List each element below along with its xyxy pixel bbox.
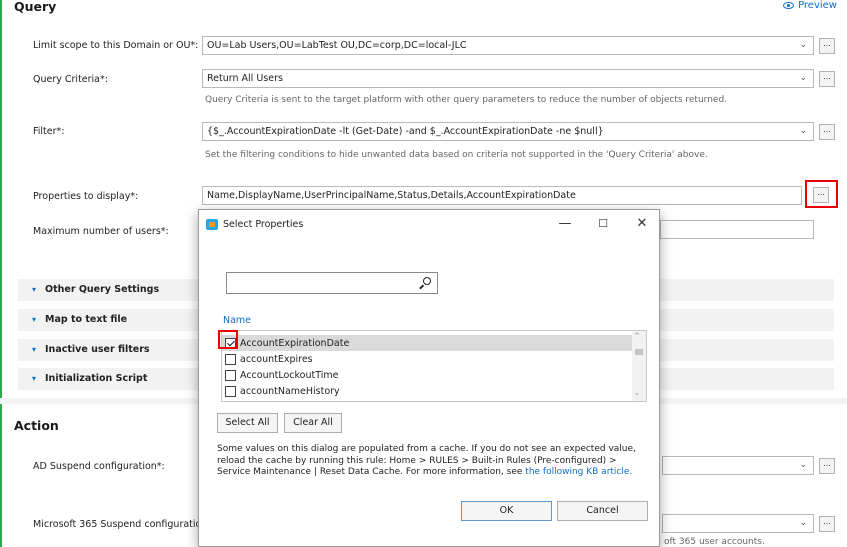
dialog-title: Select Properties	[223, 219, 304, 230]
scope-dropdown[interactable]: OU=Lab Users,OU=LabTest OU,DC=corp,DC=lo…	[202, 36, 814, 55]
close-button[interactable]: ✕	[630, 214, 654, 234]
filter-dropdown[interactable]: {$_.AccountExpirationDate -lt (Get-Date)…	[202, 122, 814, 141]
action-section-title: Action	[14, 418, 59, 433]
ok-button[interactable]: OK	[461, 501, 552, 521]
checkbox[interactable]	[225, 353, 236, 365]
chevron-down-icon: ⌄	[799, 40, 807, 50]
ms365-suspend-hint: oft 365 user accounts.	[664, 537, 765, 547]
kb-article-link[interactable]: the following KB article.	[525, 467, 632, 477]
list-item-label: AccountExpirationDate	[240, 337, 350, 349]
max-users-input[interactable]	[660, 220, 814, 239]
criteria-browse-button[interactable]: ...	[819, 71, 835, 87]
list-item[interactable]: AccountExpirationDate	[222, 335, 632, 351]
expand-icon: ▾	[32, 315, 37, 324]
properties-label: Properties to display*:	[33, 191, 139, 202]
list-item[interactable]: accountNameHistory	[222, 383, 632, 399]
chevron-down-icon: ⌄	[799, 518, 807, 528]
criteria-value: Return All Users	[207, 73, 283, 84]
property-search-input[interactable]	[226, 272, 438, 294]
expand-icon: ▾	[32, 285, 37, 294]
scope-value: OU=Lab Users,OU=LabTest OU,DC=corp,DC=lo…	[207, 40, 467, 51]
minimize-button[interactable]: —	[553, 214, 577, 234]
search-icon	[423, 277, 431, 285]
chevron-down-icon: ⌄	[799, 460, 807, 470]
list-item-label: accountNameHistory	[240, 385, 340, 397]
eye-icon	[783, 2, 795, 9]
list-scrollbar[interactable]: ^ ⌄	[632, 331, 646, 401]
list-item[interactable]: AccountLockoutTime	[222, 367, 632, 383]
preview-link[interactable]: Preview	[783, 0, 837, 11]
expand-icon: ▾	[32, 374, 37, 383]
criteria-dropdown[interactable]: Return All Users ⌄	[202, 69, 814, 88]
ad-suspend-label: AD Suspend configuration*:	[33, 461, 165, 472]
scroll-thumb[interactable]	[635, 349, 643, 355]
scroll-down-icon[interactable]: ⌄	[634, 389, 640, 397]
list-item-label: AccountLockoutTime	[240, 369, 339, 381]
preview-label: Preview	[798, 0, 837, 11]
filter-label: Filter*:	[33, 126, 65, 137]
ms365-suspend-browse-button[interactable]: ...	[819, 516, 835, 532]
property-list: AccountExpirationDate accountExpires Acc…	[221, 330, 647, 402]
name-column-header[interactable]: Name	[223, 315, 251, 326]
section-label: Other Query Settings	[45, 284, 160, 295]
properties-value: Name,DisplayName,UserPrincipalName,Statu…	[207, 190, 576, 201]
maximize-button[interactable]: ☐	[591, 214, 615, 234]
scope-browse-button[interactable]: ...	[819, 38, 835, 54]
select-properties-dialog: Select Properties — ☐ ✕ Name AccountExpi…	[198, 209, 660, 547]
chevron-down-icon: ⌄	[799, 73, 807, 83]
ms365-suspend-dropdown[interactable]: ⌄	[662, 514, 814, 533]
checkbox-highlight	[218, 330, 238, 349]
section-label: Initialization Script	[45, 373, 148, 384]
select-all-button[interactable]: Select All	[217, 413, 278, 433]
ad-suspend-browse-button[interactable]: ...	[819, 458, 835, 474]
query-section-title: Query	[14, 0, 57, 14]
expand-icon: ▾	[32, 345, 37, 354]
scope-label: Limit scope to this Domain or OU*:	[33, 40, 199, 51]
cache-info-text: Some values on this dialog are populated…	[217, 444, 647, 479]
list-item-label: accountExpires	[240, 353, 313, 365]
filter-browse-button[interactable]: ...	[819, 124, 835, 140]
app-icon	[206, 219, 218, 230]
properties-browse-button[interactable]: ...	[813, 187, 829, 203]
section-label: Inactive user filters	[45, 344, 150, 355]
clear-all-button[interactable]: Clear All	[284, 413, 342, 433]
ad-suspend-dropdown[interactable]: ⌄	[662, 456, 814, 475]
max-users-label: Maximum number of users*:	[33, 226, 169, 237]
filter-hint: Set the filtering conditions to hide unw…	[205, 150, 708, 160]
section-label: Map to text file	[45, 314, 128, 325]
cancel-button[interactable]: Cancel	[557, 501, 648, 521]
criteria-hint: Query Criteria is sent to the target pla…	[205, 95, 728, 105]
ms365-suspend-label: Microsoft 365 Suspend configuration	[33, 519, 208, 530]
scroll-up-icon[interactable]: ^	[634, 332, 640, 340]
list-item[interactable]: accountExpires	[222, 351, 632, 367]
checkbox[interactable]	[225, 385, 236, 397]
properties-field[interactable]: Name,DisplayName,UserPrincipalName,Statu…	[202, 186, 802, 205]
filter-value: {$_.AccountExpirationDate -lt (Get-Date)…	[207, 126, 604, 137]
chevron-down-icon: ⌄	[799, 126, 807, 136]
checkbox[interactable]	[225, 369, 236, 381]
criteria-label: Query Criteria*:	[33, 74, 108, 85]
